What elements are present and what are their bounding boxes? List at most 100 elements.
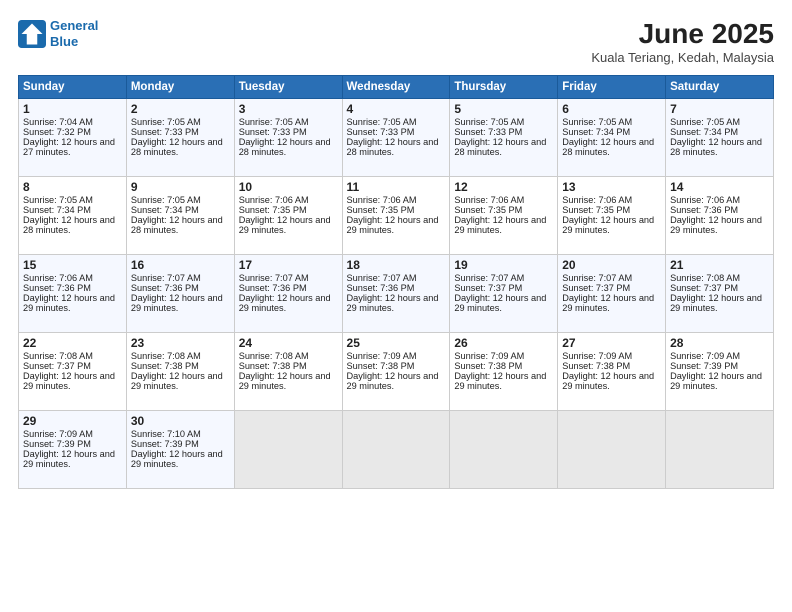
- sunset: Sunset: 7:38 PM: [562, 361, 630, 371]
- sunrise: Sunrise: 7:06 AM: [454, 195, 524, 205]
- calendar-cell: 9Sunrise: 7:05 AMSunset: 7:34 PMDaylight…: [126, 177, 234, 255]
- header-cell-saturday: Saturday: [666, 76, 774, 99]
- sunrise: Sunrise: 7:09 AM: [670, 351, 740, 361]
- logo: General Blue: [18, 18, 98, 49]
- day-number: 1: [23, 102, 122, 116]
- daylight-label: Daylight: 12 hours and 29 minutes.: [562, 371, 654, 391]
- sunrise: Sunrise: 7:10 AM: [131, 429, 201, 439]
- sunset: Sunset: 7:37 PM: [23, 361, 91, 371]
- sunset: Sunset: 7:35 PM: [562, 205, 630, 215]
- calendar-cell: 5Sunrise: 7:05 AMSunset: 7:33 PMDaylight…: [450, 99, 558, 177]
- calendar-cell: 1Sunrise: 7:04 AMSunset: 7:32 PMDaylight…: [19, 99, 127, 177]
- sunrise: Sunrise: 7:05 AM: [239, 117, 309, 127]
- day-number: 22: [23, 336, 122, 350]
- daylight-label: Daylight: 12 hours and 29 minutes.: [347, 293, 439, 313]
- month-title: June 2025: [591, 18, 774, 50]
- day-number: 29: [23, 414, 122, 428]
- week-row-3: 15Sunrise: 7:06 AMSunset: 7:36 PMDayligh…: [19, 255, 774, 333]
- calendar-cell: 16Sunrise: 7:07 AMSunset: 7:36 PMDayligh…: [126, 255, 234, 333]
- calendar-cell: [234, 411, 342, 489]
- calendar-cell: 8Sunrise: 7:05 AMSunset: 7:34 PMDaylight…: [19, 177, 127, 255]
- day-number: 26: [454, 336, 553, 350]
- sunset: Sunset: 7:36 PM: [23, 283, 91, 293]
- sunset: Sunset: 7:39 PM: [131, 439, 199, 449]
- week-row-2: 8Sunrise: 7:05 AMSunset: 7:34 PMDaylight…: [19, 177, 774, 255]
- daylight-label: Daylight: 12 hours and 29 minutes.: [454, 293, 546, 313]
- sunrise: Sunrise: 7:09 AM: [347, 351, 417, 361]
- sunset: Sunset: 7:36 PM: [670, 205, 738, 215]
- day-number: 14: [670, 180, 769, 194]
- daylight-label: Daylight: 12 hours and 29 minutes.: [23, 293, 115, 313]
- day-number: 27: [562, 336, 661, 350]
- daylight-label: Daylight: 12 hours and 29 minutes.: [239, 293, 331, 313]
- daylight-label: Daylight: 12 hours and 29 minutes.: [670, 371, 762, 391]
- sunset: Sunset: 7:38 PM: [454, 361, 522, 371]
- calendar-cell: 7Sunrise: 7:05 AMSunset: 7:34 PMDaylight…: [666, 99, 774, 177]
- sunset: Sunset: 7:34 PM: [23, 205, 91, 215]
- day-number: 12: [454, 180, 553, 194]
- day-number: 4: [347, 102, 446, 116]
- day-number: 7: [670, 102, 769, 116]
- calendar-cell: 10Sunrise: 7:06 AMSunset: 7:35 PMDayligh…: [234, 177, 342, 255]
- day-number: 18: [347, 258, 446, 272]
- sunrise: Sunrise: 7:06 AM: [347, 195, 417, 205]
- sunset: Sunset: 7:34 PM: [562, 127, 630, 137]
- day-number: 23: [131, 336, 230, 350]
- sunrise: Sunrise: 7:05 AM: [454, 117, 524, 127]
- day-number: 20: [562, 258, 661, 272]
- daylight-label: Daylight: 12 hours and 28 minutes.: [347, 137, 439, 157]
- daylight-label: Daylight: 12 hours and 29 minutes.: [23, 449, 115, 469]
- sunrise: Sunrise: 7:05 AM: [23, 195, 93, 205]
- calendar-cell: [666, 411, 774, 489]
- calendar-cell: 17Sunrise: 7:07 AMSunset: 7:36 PMDayligh…: [234, 255, 342, 333]
- sunset: Sunset: 7:33 PM: [131, 127, 199, 137]
- daylight-label: Daylight: 12 hours and 29 minutes.: [23, 371, 115, 391]
- calendar-cell: 20Sunrise: 7:07 AMSunset: 7:37 PMDayligh…: [558, 255, 666, 333]
- sunrise: Sunrise: 7:06 AM: [562, 195, 632, 205]
- logo-text: General Blue: [50, 18, 98, 49]
- sunrise: Sunrise: 7:05 AM: [131, 117, 201, 127]
- sunrise: Sunrise: 7:05 AM: [562, 117, 632, 127]
- daylight-label: Daylight: 12 hours and 28 minutes.: [239, 137, 331, 157]
- sunrise: Sunrise: 7:08 AM: [131, 351, 201, 361]
- calendar-cell: 4Sunrise: 7:05 AMSunset: 7:33 PMDaylight…: [342, 99, 450, 177]
- day-number: 28: [670, 336, 769, 350]
- calendar-cell: 6Sunrise: 7:05 AMSunset: 7:34 PMDaylight…: [558, 99, 666, 177]
- daylight-label: Daylight: 12 hours and 29 minutes.: [670, 293, 762, 313]
- sunrise: Sunrise: 7:06 AM: [23, 273, 93, 283]
- sunrise: Sunrise: 7:07 AM: [131, 273, 201, 283]
- daylight-label: Daylight: 12 hours and 28 minutes.: [131, 137, 223, 157]
- calendar-cell: 24Sunrise: 7:08 AMSunset: 7:38 PMDayligh…: [234, 333, 342, 411]
- header: General Blue June 2025 Kuala Teriang, Ke…: [18, 18, 774, 65]
- header-cell-sunday: Sunday: [19, 76, 127, 99]
- logo-icon: [18, 20, 46, 48]
- sunrise: Sunrise: 7:08 AM: [23, 351, 93, 361]
- day-number: 9: [131, 180, 230, 194]
- page: General Blue June 2025 Kuala Teriang, Ke…: [0, 0, 792, 501]
- sunrise: Sunrise: 7:07 AM: [562, 273, 632, 283]
- sunset: Sunset: 7:39 PM: [670, 361, 738, 371]
- day-number: 5: [454, 102, 553, 116]
- week-row-5: 29Sunrise: 7:09 AMSunset: 7:39 PMDayligh…: [19, 411, 774, 489]
- calendar-cell: 27Sunrise: 7:09 AMSunset: 7:38 PMDayligh…: [558, 333, 666, 411]
- day-number: 24: [239, 336, 338, 350]
- daylight-label: Daylight: 12 hours and 29 minutes.: [131, 449, 223, 469]
- week-row-4: 22Sunrise: 7:08 AMSunset: 7:37 PMDayligh…: [19, 333, 774, 411]
- header-cell-thursday: Thursday: [450, 76, 558, 99]
- daylight-label: Daylight: 12 hours and 29 minutes.: [347, 371, 439, 391]
- sunset: Sunset: 7:34 PM: [131, 205, 199, 215]
- calendar-cell: 29Sunrise: 7:09 AMSunset: 7:39 PMDayligh…: [19, 411, 127, 489]
- sunset: Sunset: 7:38 PM: [239, 361, 307, 371]
- day-number: 25: [347, 336, 446, 350]
- daylight-label: Daylight: 12 hours and 28 minutes.: [670, 137, 762, 157]
- sunset: Sunset: 7:32 PM: [23, 127, 91, 137]
- sunset: Sunset: 7:33 PM: [347, 127, 415, 137]
- calendar-cell: 12Sunrise: 7:06 AMSunset: 7:35 PMDayligh…: [450, 177, 558, 255]
- sunset: Sunset: 7:39 PM: [23, 439, 91, 449]
- sunset: Sunset: 7:33 PM: [239, 127, 307, 137]
- sunset: Sunset: 7:35 PM: [454, 205, 522, 215]
- sunrise: Sunrise: 7:05 AM: [131, 195, 201, 205]
- sunrise: Sunrise: 7:09 AM: [454, 351, 524, 361]
- daylight-label: Daylight: 12 hours and 29 minutes.: [131, 371, 223, 391]
- header-cell-tuesday: Tuesday: [234, 76, 342, 99]
